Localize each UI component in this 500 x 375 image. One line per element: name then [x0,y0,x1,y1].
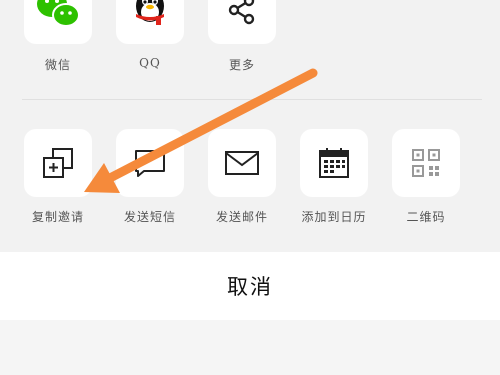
share-sheet: 微信 QQ 更多 复制邀请 发送短信 发送邮件 添加到日历 二维码 [0,0,500,252]
share-wechat-label: 微信 [44,58,71,72]
wechat-icon [37,0,80,27]
qr-code-icon [412,149,440,177]
send-sms-label: 发送短信 [123,210,176,224]
section-divider [22,99,482,100]
sms-icon [135,150,165,177]
share-qq-label: QQ [139,56,161,70]
share-qq-button[interactable] [116,0,184,44]
share-icon [228,0,255,25]
send-email-button[interactable] [208,129,276,197]
share-more-label: 更多 [228,58,255,72]
copy-icon [43,148,73,178]
cancel-button[interactable]: 取消 [0,252,500,320]
copy-invite-button[interactable] [24,129,92,197]
calendar-icon [319,148,349,178]
send-sms-button[interactable] [116,129,184,197]
add-to-calendar-button[interactable] [300,129,368,197]
qr-code-label: 二维码 [406,210,446,224]
share-more-button[interactable] [208,0,276,44]
bottom-background [0,320,500,375]
cancel-label: 取消 [227,275,273,299]
mail-icon [225,151,259,175]
qq-penguin-icon [136,0,164,25]
add-to-calendar-label: 添加到日历 [301,210,367,224]
qr-code-button[interactable] [392,129,460,197]
copy-invite-label: 复制邀请 [31,210,84,224]
share-wechat-button[interactable] [24,0,92,44]
send-email-label: 发送邮件 [215,210,268,224]
